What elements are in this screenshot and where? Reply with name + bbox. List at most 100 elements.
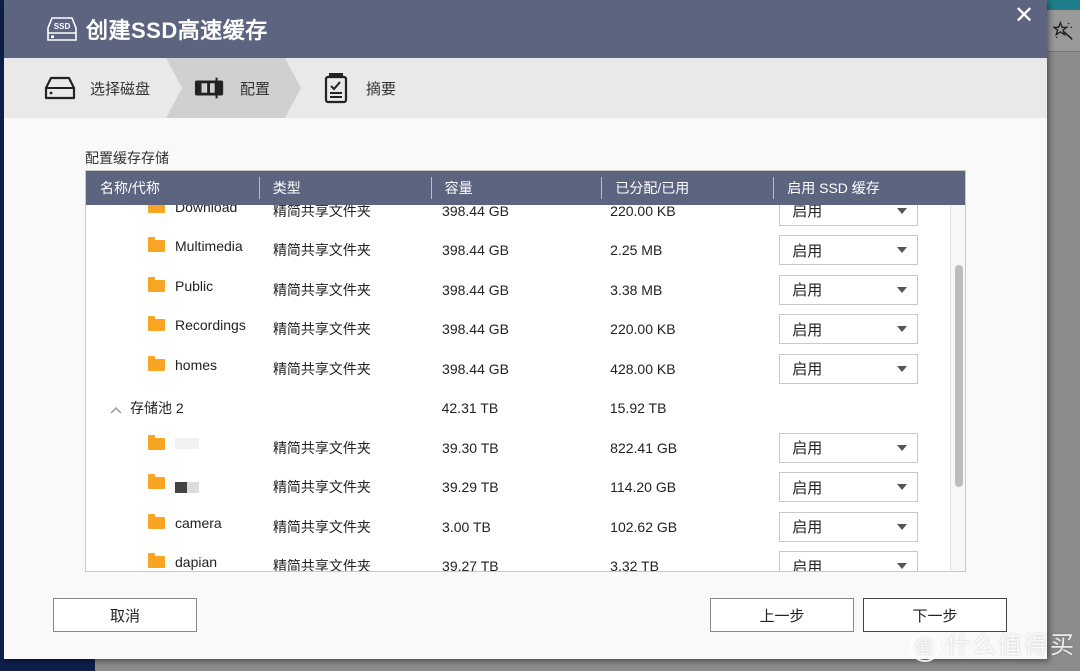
folder-icon (148, 276, 165, 292)
cell-allocated-used-text: 102.62 GB (610, 518, 678, 535)
table-header: 名称/代称 类型 容量 已分配/已用 启用 SSD 缓存 (86, 171, 965, 205)
cell-type-text: 精简共享文件夹 (272, 321, 371, 338)
dialog-title: 创建SSD高速缓存 (86, 18, 268, 43)
cell-capacity-text: 398.44 GB (442, 281, 509, 298)
ssd-cache-select[interactable]: 启用 (779, 235, 919, 266)
pool-name: 存储池 2 (130, 400, 184, 417)
section-label: 配置缓存存储 (85, 150, 169, 166)
cell-type: 精简共享文件夹 (257, 310, 426, 350)
scrollbar-thumb[interactable] (955, 265, 963, 487)
table-row: dapian 精简共享文件夹 39.27 TB 3.32 TB 启用 (86, 547, 952, 572)
caret-down-icon (897, 365, 908, 372)
ssd-cache-select[interactable]: 启用 (779, 432, 919, 463)
previous-step-button[interactable]: 上一步 (710, 598, 854, 632)
step-label: 摘要 (366, 80, 397, 98)
column-header-capacity[interactable]: 容量 (430, 171, 602, 205)
cancel-button[interactable]: 取消 (53, 598, 197, 632)
folder-icon (148, 474, 165, 490)
cell-allocated-used-text: 220.00 KB (610, 321, 676, 338)
folder-icon (148, 513, 165, 529)
step-label: 配置 (240, 80, 271, 98)
cell-name: Recordings (86, 310, 257, 350)
table-scrollbar[interactable] (950, 205, 965, 571)
ssd-cache-select[interactable]: 启用 (779, 511, 919, 542)
ssd-cache-select[interactable]: 启用 (779, 353, 919, 384)
cell-capacity: 398.44 GB (426, 205, 594, 231)
cell-capacity: 398.44 GB (426, 310, 594, 350)
select-value: 启用 (792, 205, 823, 221)
cell-allocated-used: 102.62 GB (594, 507, 763, 547)
cell-type: 精简共享文件夹 (257, 547, 426, 571)
folder-name: Public (175, 277, 214, 294)
cell-allocated-used-text: 822.41 GB (610, 439, 678, 456)
caret-down-icon (897, 484, 908, 491)
table-row: Multimedia 精简共享文件夹 398.44 GB 2.25 MB 启用 (86, 231, 952, 271)
cell-allocated-used: 3.38 MB (594, 270, 763, 310)
cell-capacity: 398.44 GB (426, 270, 594, 310)
cell-type-text: 精简共享文件夹 (272, 518, 371, 535)
cell-allocated-used-text: 2.25 MB (610, 242, 663, 259)
select-value: 启用 (792, 479, 823, 497)
column-header-type[interactable]: 类型 (258, 171, 431, 205)
cell-allocated-used-text: 220.00 KB (610, 205, 676, 219)
folder-name: camera (175, 514, 222, 531)
cell-enable-ssd-cache: 启用 (763, 310, 952, 350)
cell-allocated-used: 114.20 GB (594, 468, 763, 508)
cell-enable-ssd-cache: 启用 (763, 349, 952, 389)
cell-type-text: 精简共享文件夹 (272, 242, 371, 259)
column-header-enable-ssd-cache[interactable]: 启用 SSD 缓存 (773, 171, 965, 205)
magic-wand-icon (1052, 20, 1073, 40)
summary-icon (320, 72, 352, 104)
cell-enable-ssd-cache: 启用 (763, 270, 952, 310)
column-header-allocated-used[interactable]: 已分配/已用 (601, 171, 773, 205)
table-row: 精简共享文件夹 39.30 TB 822.41 GB 启用 (86, 428, 952, 468)
caret-down-icon (897, 207, 908, 214)
cell-allocated-used: 220.00 KB (594, 310, 763, 350)
step-summary: 摘要 (320, 58, 396, 118)
close-button[interactable]: ✕ (1013, 4, 1035, 28)
cell-capacity: 3.00 TB (426, 507, 594, 547)
step-select-disk: 选择磁盘 (44, 58, 164, 118)
cell-enable-ssd-cache: 启用 (763, 205, 952, 231)
table-row: Download 精简共享文件夹 398.44 GB 220.00 KB 启用 (86, 205, 952, 231)
caret-down-icon (897, 523, 908, 530)
select-value: 启用 (792, 519, 823, 537)
magic-wand-button[interactable] (1047, 10, 1080, 52)
ssd-cache-select[interactable]: 启用 (779, 274, 919, 305)
cell-type: 精简共享文件夹 (257, 205, 426, 231)
select-value: 启用 (792, 440, 823, 458)
table-row: homes 精简共享文件夹 398.44 GB 428.00 KB 启用 (86, 349, 952, 389)
chevron-up-icon[interactable] (110, 403, 122, 414)
cell-allocated-used: 3.32 TB (594, 547, 763, 571)
cell-name: camera (86, 507, 257, 547)
svg-text:SSD: SSD (54, 22, 71, 31)
cell-type-text: 精简共享文件夹 (272, 205, 371, 219)
table-body: Download 精简共享文件夹 398.44 GB 220.00 KB 启用 Multi… (86, 205, 952, 572)
folder-name: Recordings (175, 317, 246, 334)
cell-type: 精简共享文件夹 (257, 270, 426, 310)
cell-name: dapian (86, 547, 257, 572)
cell-capacity-text: 39.27 TB (442, 558, 499, 572)
column-header-name[interactable]: 名称/代称 (86, 171, 259, 205)
close-icon: ✕ (1013, 2, 1035, 29)
ssd-cache-select[interactable]: 启用 (779, 314, 919, 345)
create-ssd-cache-dialog: SSD 创建SSD高速缓存 ✕ 选择磁盘 配置 摘要 配置缓存存储 名称/代称 … (4, 0, 1047, 659)
ssd-icon: SSD (47, 17, 77, 41)
ssd-cache-select[interactable]: 启用 (779, 472, 919, 503)
disk-icon (44, 72, 76, 104)
cell-name: Multimedia (86, 231, 257, 271)
cell-allocated-used: 2.25 MB (594, 231, 763, 271)
cell-type-text: 精简共享文件夹 (272, 360, 371, 377)
ssd-cache-select[interactable]: 启用 (779, 205, 919, 226)
cell-enable-ssd-cache: 启用 (763, 231, 952, 271)
ssd-cache-select[interactable]: 启用 (779, 551, 919, 571)
cell-capacity-text: 3.00 TB (442, 518, 491, 535)
folder-icon (148, 316, 165, 332)
dialog-titlebar: SSD 创建SSD高速缓存 ✕ (4, 0, 1047, 58)
cell-capacity: 39.30 TB (426, 428, 594, 468)
redacted-folder-name (175, 481, 199, 493)
cell-capacity: 398.44 GB (426, 231, 594, 271)
folder-name: Multimedia (175, 238, 243, 255)
cell-type: 精简共享文件夹 (257, 349, 426, 389)
cell-capacity-text: 398.44 GB (442, 242, 509, 259)
